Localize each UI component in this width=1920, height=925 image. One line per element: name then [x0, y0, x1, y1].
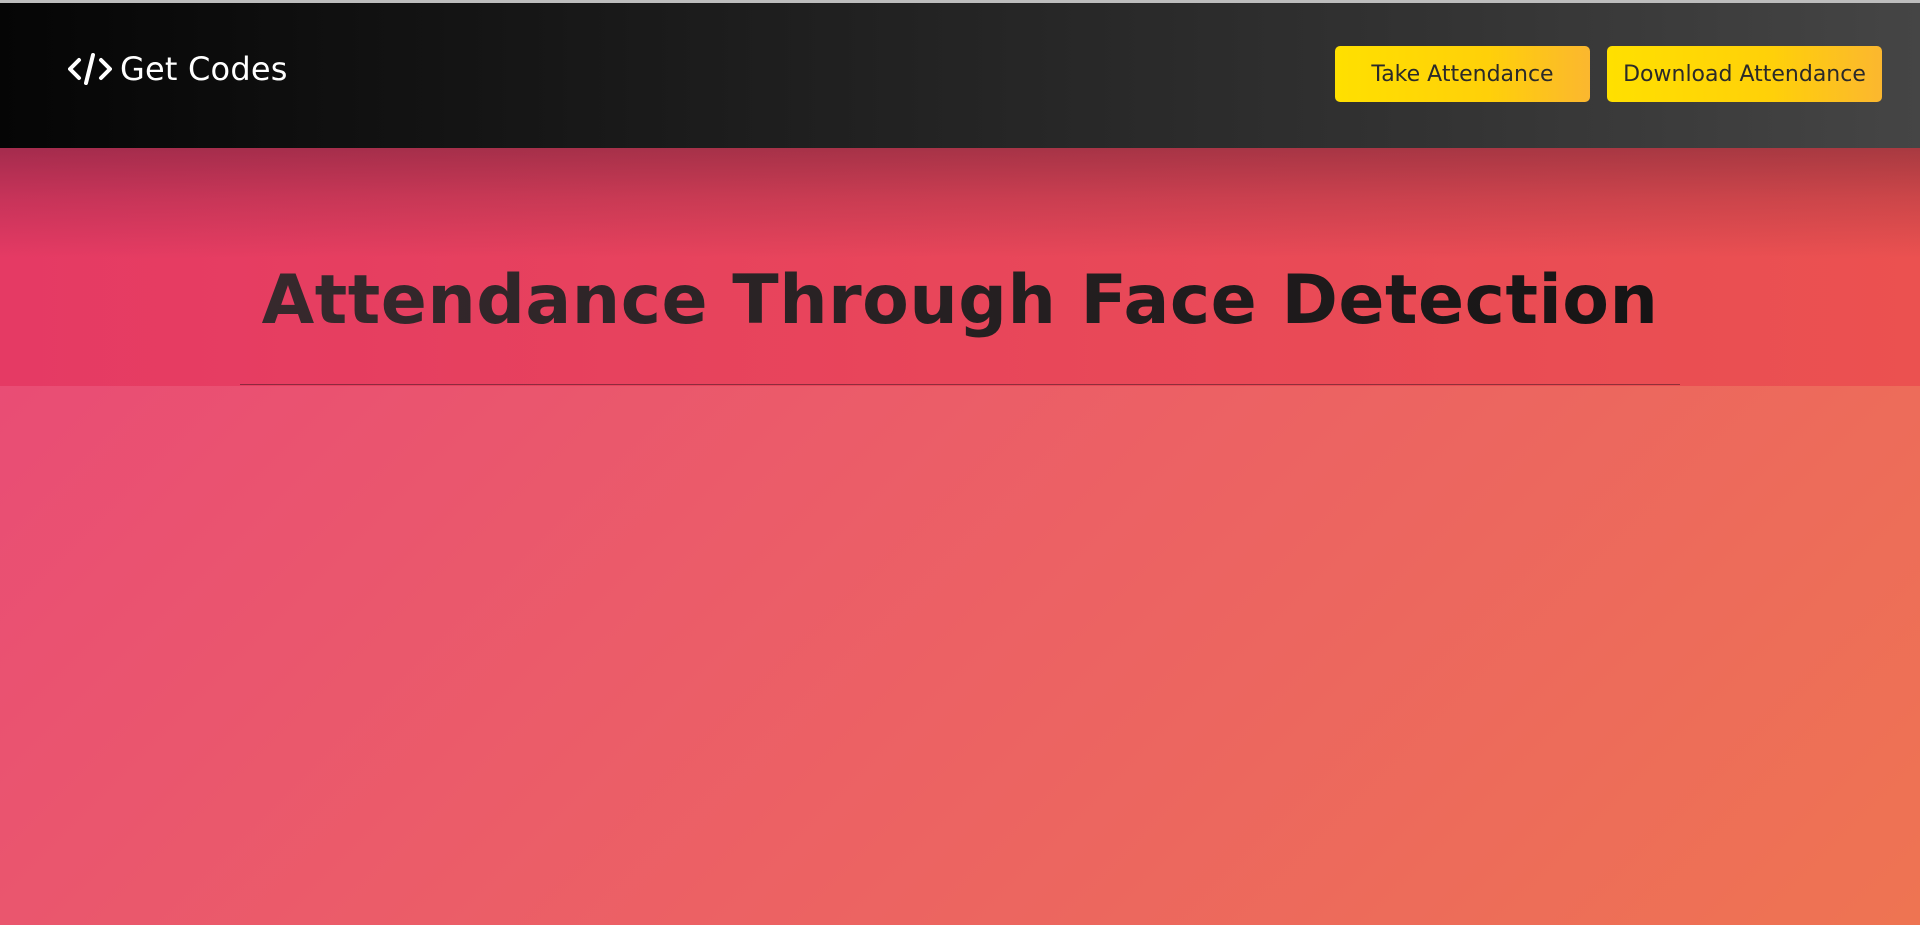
brand-name: Get Codes: [120, 50, 288, 88]
download-attendance-button[interactable]: Download Attendance: [1607, 46, 1882, 102]
page-title: Attendance Through Face Detection: [0, 261, 1920, 340]
take-attendance-button[interactable]: Take Attendance: [1335, 46, 1590, 102]
brand-link[interactable]: Get Codes: [68, 50, 288, 88]
title-divider: [240, 384, 1680, 385]
hero-banner: Attendance Through Face Detection: [0, 148, 1920, 386]
hero-shadow: [0, 148, 1920, 258]
navbar: Get Codes Take Attendance Download Atten…: [0, 3, 1920, 148]
code-icon: [68, 52, 112, 86]
